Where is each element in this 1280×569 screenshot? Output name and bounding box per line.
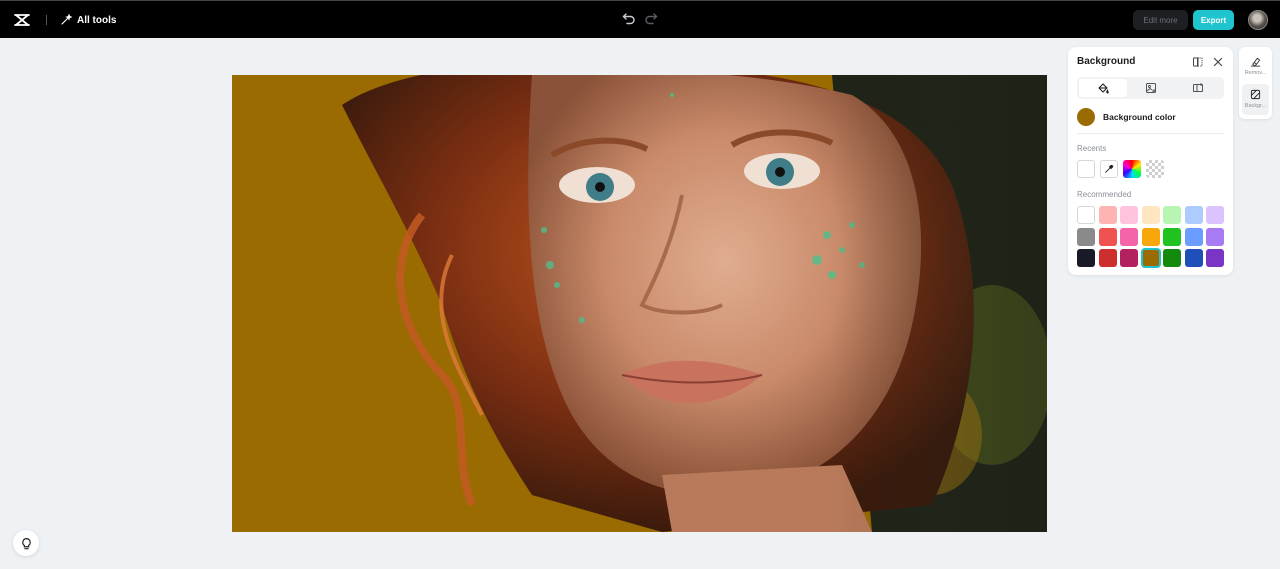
color-swatch[interactable] [1077,206,1095,224]
background-panel: Background Background color Recents Reco… [1068,47,1233,275]
color-swatch[interactable] [1077,249,1095,267]
layout-template-icon [1193,83,1204,92]
all-tools-button[interactable]: All tools [60,12,116,28]
color-swatch[interactable] [1206,249,1224,267]
color-swatch[interactable] [1206,227,1224,246]
recommended-colors-grid [1077,206,1224,268]
export-button[interactable]: Export [1193,10,1234,30]
paint-bucket-icon [1098,83,1109,94]
color-swatch[interactable] [1077,227,1095,246]
rail-background-label: Backgr... [1244,103,1267,109]
recents-label: Recents [1077,144,1107,153]
add-image-icon [1145,83,1156,93]
help-button[interactable] [13,530,39,556]
compare-icon[interactable] [1192,55,1204,67]
eyedropper-icon[interactable] [1100,160,1118,178]
user-avatar[interactable] [1248,10,1268,30]
rail-remove-label: Remov... [1244,70,1267,76]
color-swatch[interactable] [1184,227,1203,246]
color-swatch[interactable] [1098,206,1117,224]
edit-more-button[interactable]: Edit more [1133,10,1188,30]
background-color-preview [1077,108,1095,126]
panel-divider [1077,133,1224,134]
panel-title: Background [1077,56,1136,67]
color-swatch[interactable] [1120,227,1138,246]
background-color-row[interactable]: Background color [1077,108,1176,126]
tab-image[interactable] [1127,79,1175,97]
color-swatch[interactable] [1141,206,1160,224]
color-swatch[interactable] [1141,227,1160,246]
capcut-logo-icon[interactable] [13,11,31,29]
background-pattern-icon [1250,89,1261,100]
color-swatch[interactable] [1206,206,1224,224]
lightbulb-icon [21,537,31,549]
tool-rail: Remov... Backgr... [1239,47,1272,119]
recent-colors [1077,160,1164,178]
redo-icon[interactable] [643,11,659,27]
color-swatch[interactable] [1140,248,1161,268]
undo-icon[interactable] [621,11,637,27]
background-color-label: Background color [1103,112,1176,122]
tab-color[interactable] [1079,79,1127,97]
rail-background[interactable]: Backgr... [1242,84,1269,115]
magic-wand-icon [61,14,72,25]
recent-swatch-white[interactable] [1077,160,1095,178]
background-tabs [1077,77,1224,99]
color-swatch[interactable] [1163,249,1181,267]
transparent-swatch[interactable] [1146,160,1164,178]
portrait-photo [232,75,1047,532]
rail-remove-background[interactable]: Remov... [1242,51,1269,82]
color-swatch[interactable] [1184,249,1203,267]
color-swatch[interactable] [1120,206,1138,224]
topbar-divider [46,15,47,25]
color-swatch[interactable] [1098,249,1117,267]
color-swatch[interactable] [1163,206,1181,224]
top-bar: All tools Edit more Export [0,0,1280,38]
all-tools-label: All tools [77,14,117,26]
color-swatch[interactable] [1098,227,1117,246]
color-swatch[interactable] [1184,206,1203,224]
recommended-label: Recommended [1077,190,1132,199]
custom-color-picker[interactable] [1123,160,1141,178]
tab-layout[interactable] [1174,79,1222,97]
color-swatch[interactable] [1120,249,1138,267]
color-swatch[interactable] [1163,227,1181,246]
eraser-icon [1250,57,1261,67]
canvas-image[interactable] [232,75,1047,532]
close-icon[interactable] [1212,55,1224,67]
